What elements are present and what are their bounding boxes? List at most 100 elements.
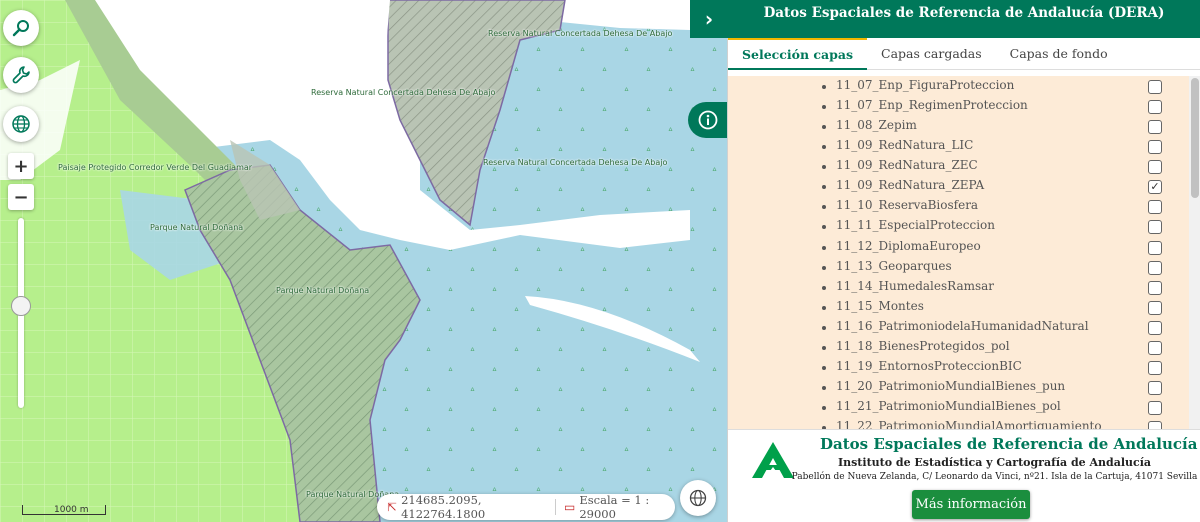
layer-checkbox[interactable] bbox=[1148, 340, 1162, 355]
layer-row[interactable]: 11_20_PatrimonioMundialBienes_pun bbox=[728, 378, 1189, 398]
map-canvas[interactable]: ᐞ ᐞ bbox=[0, 0, 727, 522]
divider bbox=[555, 499, 557, 515]
layer-checkbox[interactable] bbox=[1148, 381, 1162, 396]
layer-checkbox[interactable]: ✓ bbox=[1148, 180, 1162, 195]
layer-name: 11_08_Zepim bbox=[836, 118, 917, 133]
layer-list-items: 11_07_Enp_FiguraProteccion 11_07_Enp_Regi… bbox=[728, 76, 1189, 429]
layers-button[interactable] bbox=[3, 106, 39, 142]
layer-checkbox[interactable] bbox=[1148, 401, 1162, 416]
layer-row[interactable]: 11_15_Montes bbox=[728, 298, 1189, 318]
chevron-right-icon: › bbox=[704, 7, 714, 31]
layer-row[interactable]: 11_09_RedNatura_ZEC bbox=[728, 157, 1189, 177]
bullet-icon bbox=[822, 85, 826, 89]
layer-list[interactable]: 11_07_Enp_FiguraProteccion 11_07_Enp_Regi… bbox=[728, 76, 1200, 429]
layer-name: 11_07_Enp_FiguraProteccion bbox=[836, 78, 1015, 92]
layer-name: 11_09_RedNatura_LIC bbox=[836, 138, 974, 153]
layer-row[interactable]: 11_08_Zepim bbox=[728, 117, 1189, 137]
coordinates-value: 214685.2095, 4122764.1800 bbox=[401, 493, 486, 521]
layer-name: 11_07_Enp_RegimenProteccion bbox=[836, 98, 1028, 113]
footer-title: Datos Espaciales de Referencia de Andalu… bbox=[820, 435, 1200, 453]
tab-base-layers[interactable]: Capas de fondo bbox=[996, 38, 1122, 70]
layer-checkbox[interactable] bbox=[1148, 220, 1162, 235]
layer-row[interactable]: 11_14_HumedalesRamsar bbox=[728, 278, 1189, 298]
layer-checkbox[interactable] bbox=[1148, 120, 1162, 135]
zoom-slider-handle[interactable] bbox=[11, 296, 31, 316]
ruler-icon: ▭ bbox=[564, 500, 576, 514]
layer-name: 11_22_PatrimonioMundialAmortiguamiento bbox=[836, 419, 1102, 429]
layer-checkbox[interactable] bbox=[1148, 140, 1162, 155]
tools-button[interactable] bbox=[3, 57, 39, 93]
map-view[interactable]: ᐞ ᐞ Reserva Natural Concerta bbox=[0, 0, 727, 522]
map-label: Paisaje Protegido Corredor Verde Del Gua… bbox=[58, 163, 253, 172]
layer-row[interactable]: 11_09_RedNatura_ZEPA ✓ bbox=[728, 177, 1189, 197]
scale-value: Escala = 1 : 29000 bbox=[579, 493, 650, 521]
layer-row[interactable]: 11_16_PatrimoniodelaHumanidadNatural bbox=[728, 318, 1189, 338]
base-map-button[interactable] bbox=[680, 480, 716, 516]
bullet-icon bbox=[822, 145, 826, 150]
layer-list-scrollbar[interactable] bbox=[1189, 76, 1200, 429]
layer-checkbox[interactable] bbox=[1148, 260, 1162, 275]
layer-checkbox[interactable] bbox=[1148, 280, 1162, 295]
layer-row[interactable]: 11_19_EntornosProteccionBIC bbox=[728, 358, 1189, 378]
bullet-icon bbox=[822, 165, 826, 170]
globe-icon bbox=[689, 489, 707, 507]
layer-checkbox[interactable] bbox=[1148, 360, 1162, 375]
layer-row[interactable]: 11_09_RedNatura_LIC bbox=[728, 137, 1189, 157]
info-button[interactable] bbox=[688, 102, 728, 138]
footer: Datos Espaciales de Referencia de Andalu… bbox=[728, 429, 1200, 522]
layer-name: 11_12_DiplomaEuropeo bbox=[836, 238, 981, 253]
bullet-icon bbox=[822, 265, 826, 270]
collapse-panel-button[interactable]: › bbox=[690, 0, 728, 38]
layer-name: 11_21_PatrimonioMundialBienes_pol bbox=[836, 399, 1061, 414]
layer-name: 11_10_ReservaBiosfera bbox=[836, 198, 979, 213]
bullet-icon bbox=[822, 285, 826, 290]
footer-institute: Instituto de Estadística y Cartografía d… bbox=[837, 456, 1152, 469]
bullet-icon bbox=[822, 345, 826, 350]
zoom-out-button[interactable]: − bbox=[8, 184, 34, 210]
layer-name: 11_15_Montes bbox=[836, 298, 924, 313]
app-title: Datos Espaciales de Referencia de Andalu… bbox=[763, 5, 1165, 21]
layer-name: 11_11_EspecialProteccion bbox=[836, 218, 995, 233]
layer-row[interactable]: 11_07_Enp_RegimenProteccion bbox=[728, 97, 1189, 117]
layer-name: 11_14_HumedalesRamsar bbox=[836, 278, 995, 293]
bullet-icon bbox=[822, 205, 826, 210]
tab-layer-selection[interactable]: Selección capas bbox=[728, 38, 868, 70]
layer-checkbox[interactable] bbox=[1148, 300, 1162, 315]
layer-row[interactable]: 11_07_Enp_FiguraProteccion bbox=[728, 77, 1189, 97]
bullet-icon bbox=[822, 305, 826, 310]
footer-address: Pabellón de Nueva Zelanda, C/ Leonardo d… bbox=[791, 472, 1198, 482]
layer-row[interactable]: 11_12_DiplomaEuropeo bbox=[728, 238, 1189, 258]
bullet-icon bbox=[822, 325, 826, 330]
bullet-icon bbox=[822, 365, 826, 370]
layer-checkbox[interactable] bbox=[1148, 80, 1162, 94]
layer-name: 11_16_PatrimoniodelaHumanidadNatural bbox=[836, 318, 1089, 333]
layer-checkbox[interactable] bbox=[1148, 240, 1162, 255]
layer-row[interactable]: 11_22_PatrimonioMundialAmortiguamiento bbox=[728, 418, 1189, 429]
layer-row[interactable]: 11_18_BienesProtegidos_pol bbox=[728, 338, 1189, 358]
layer-checkbox[interactable] bbox=[1148, 200, 1162, 215]
tab-loaded-layers[interactable]: Capas cargadas bbox=[867, 38, 996, 70]
map-label: Reserva Natural Concertada Dehesa De Aba… bbox=[311, 88, 496, 97]
bullet-icon bbox=[822, 105, 826, 110]
tab-bar: Selección capas Capas cargadas Capas de … bbox=[728, 38, 1200, 70]
layer-row[interactable]: 11_10_ReservaBiosfera bbox=[728, 197, 1189, 217]
layer-row[interactable]: 11_13_Geoparques bbox=[728, 258, 1189, 278]
map-label: Parque Natural Doñana bbox=[276, 286, 370, 295]
search-button[interactable] bbox=[3, 10, 39, 46]
zoom-in-button[interactable]: + bbox=[8, 153, 34, 179]
scrollbar-thumb[interactable] bbox=[1191, 78, 1199, 198]
map-label: Parque Natural Doñana bbox=[150, 223, 244, 232]
layer-row[interactable]: 11_11_EspecialProteccion bbox=[728, 217, 1189, 237]
layer-checkbox[interactable] bbox=[1148, 100, 1162, 115]
layer-name: 11_09_RedNatura_ZEPA bbox=[836, 178, 985, 193]
bullet-icon bbox=[822, 185, 826, 190]
more-info-button[interactable]: Más información bbox=[912, 490, 1030, 519]
layer-row[interactable]: 11_21_PatrimonioMundialBienes_pol bbox=[728, 398, 1189, 418]
map-label: Reserva Natural Concertada Dehesa De Aba… bbox=[488, 29, 673, 38]
layer-checkbox[interactable] bbox=[1148, 421, 1162, 429]
cursor-icon: ⇱ bbox=[387, 500, 398, 514]
info-icon bbox=[698, 110, 718, 130]
layer-checkbox[interactable] bbox=[1148, 320, 1162, 335]
bullet-icon bbox=[822, 386, 826, 391]
layer-checkbox[interactable] bbox=[1148, 160, 1162, 175]
